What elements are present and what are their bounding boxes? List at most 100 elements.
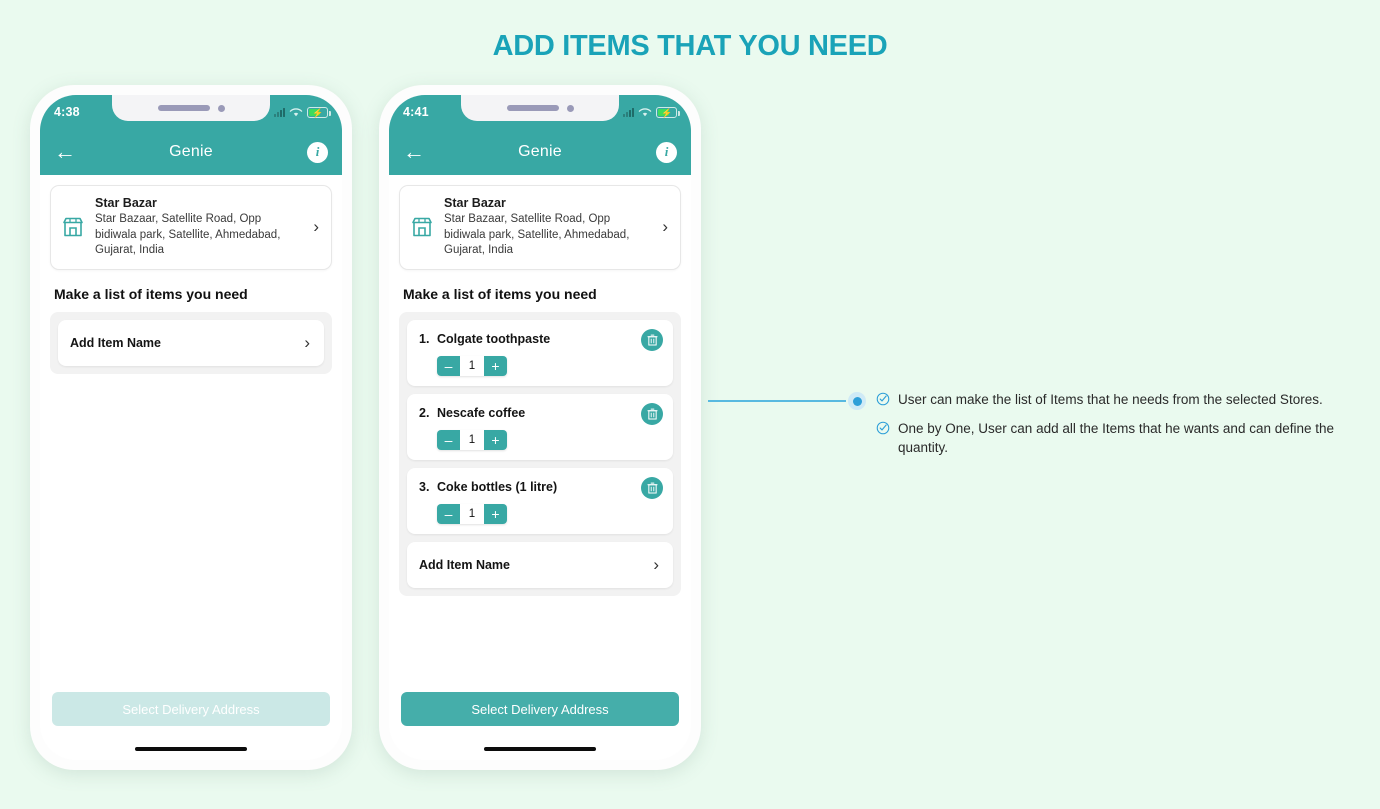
- status-bar: 4:41 ⚡: [389, 95, 691, 129]
- add-item-label: Add Item Name: [70, 335, 161, 350]
- trash-icon[interactable]: [641, 402, 663, 425]
- home-indicator: [389, 738, 691, 760]
- wifi-icon: [289, 107, 303, 116]
- item-name: Colgate toothpaste: [437, 331, 551, 346]
- battery-charging-icon: ⚡: [307, 106, 331, 118]
- app-header-right: ← Genie i: [389, 129, 691, 175]
- table-row: 1. Colgate toothpaste – 1 +: [407, 319, 673, 386]
- battery-charging-icon: ⚡: [656, 106, 680, 118]
- wifi-icon: [638, 107, 652, 116]
- items-list-container: 1. Colgate toothpaste – 1 + 2. Nescafe c…: [399, 311, 681, 596]
- cta-container: Select Delivery Address: [397, 692, 683, 738]
- select-delivery-address-button[interactable]: Select Delivery Address: [52, 692, 330, 726]
- quantity-increment-button[interactable]: +: [484, 355, 507, 376]
- trash-icon[interactable]: [641, 328, 663, 351]
- page-title: ADD ITEMS THAT YOU NEED: [492, 30, 888, 62]
- item-header: 2. Nescafe coffee: [419, 406, 661, 420]
- quantity-decrement-button[interactable]: –: [437, 355, 460, 376]
- speaker-grille-icon: [157, 105, 210, 111]
- app-header-left: ← Genie i: [40, 129, 342, 175]
- cta-container: Select Delivery Address: [48, 692, 334, 738]
- device-notch: [461, 95, 619, 121]
- info-icon[interactable]: i: [307, 141, 328, 163]
- quantity-increment-button[interactable]: +: [484, 503, 507, 524]
- connector-dot-icon: [848, 392, 866, 410]
- store-info: Star Bazar Star Bazaar, Satellite Road, …: [95, 196, 303, 259]
- select-delivery-address-button[interactable]: Select Delivery Address: [401, 692, 679, 726]
- speaker-grille-icon: [506, 105, 559, 111]
- trash-glyph-icon: [646, 334, 658, 346]
- store-address: Star Bazaar, Satellite Road, Opp bidiwal…: [95, 213, 281, 257]
- add-item-row[interactable]: Add Item Name ›: [407, 541, 673, 588]
- screen-content-left: Star Bazar Star Bazaar, Satellite Road, …: [40, 175, 342, 738]
- section-title: Make a list of items you need: [403, 285, 597, 302]
- store-info: Star Bazar Star Bazaar, Satellite Road, …: [444, 196, 652, 259]
- store-card[interactable]: Star Bazar Star Bazaar, Satellite Road, …: [399, 185, 681, 270]
- storefront-icon: [63, 217, 83, 237]
- phone-mockup-right: 4:41 ⚡ ← Genie i Star Bazar Star Bazaar,…: [379, 85, 701, 770]
- section-title: Make a list of items you need: [54, 285, 248, 302]
- home-bar: [484, 746, 596, 752]
- check-circle-icon: [876, 392, 890, 406]
- list-item: User can make the list of Items that he …: [876, 390, 1356, 410]
- quantity-stepper: – 1 +: [437, 503, 507, 524]
- signal-bars-icon: [623, 107, 634, 117]
- item-header: 1. Colgate toothpaste: [419, 332, 661, 346]
- trash-icon[interactable]: [641, 476, 663, 499]
- phone-screen-right: 4:41 ⚡ ← Genie i Star Bazar Star Bazaar,…: [389, 95, 691, 760]
- storefront-icon: [412, 217, 432, 237]
- device-notch: [112, 95, 270, 121]
- trash-glyph-icon: [646, 482, 658, 494]
- quantity-increment-button[interactable]: +: [484, 429, 507, 450]
- store-name: Star Bazar: [444, 196, 506, 210]
- quantity-value: 1: [460, 355, 484, 376]
- item-name: Coke bottles (1 litre): [437, 479, 558, 494]
- store-card[interactable]: Star Bazar Star Bazaar, Satellite Road, …: [50, 185, 332, 270]
- table-row: 3. Coke bottles (1 litre) – 1 +: [407, 467, 673, 534]
- connector-line: [708, 400, 846, 402]
- quantity-value: 1: [460, 503, 484, 524]
- signal-bars-icon: [274, 107, 285, 117]
- note-text: User can make the list of Items that he …: [898, 392, 1323, 407]
- status-icons: ⚡: [623, 106, 680, 118]
- store-name: Star Bazar: [95, 196, 157, 210]
- app-title: Genie: [169, 143, 213, 160]
- item-number: 3.: [419, 479, 430, 494]
- phone-mockup-left: 4:38 ⚡ ← Genie i Star Bazar Star Bazaar,…: [30, 85, 352, 770]
- add-item-row[interactable]: Add Item Name ›: [58, 319, 324, 366]
- chevron-right-icon[interactable]: ›: [313, 217, 321, 237]
- add-item-label: Add Item Name: [419, 557, 510, 572]
- screen-content-right: Star Bazar Star Bazaar, Satellite Road, …: [389, 175, 691, 738]
- check-circle-icon: [876, 421, 890, 434]
- quantity-decrement-button[interactable]: –: [437, 429, 460, 450]
- status-time: 4:38: [54, 105, 80, 119]
- app-title: Genie: [518, 143, 562, 160]
- info-icon[interactable]: i: [656, 141, 677, 163]
- item-header: 3. Coke bottles (1 litre): [419, 480, 661, 494]
- quantity-stepper: – 1 +: [437, 429, 507, 450]
- status-time: 4:41: [403, 105, 429, 119]
- home-indicator: [40, 738, 342, 760]
- items-list-container: Add Item Name ›: [50, 311, 332, 374]
- home-bar: [135, 746, 247, 752]
- quantity-stepper: – 1 +: [437, 355, 507, 376]
- item-name: Nescafe coffee: [437, 405, 526, 420]
- phone-screen-left: 4:38 ⚡ ← Genie i Star Bazar Star Bazaar,…: [40, 95, 342, 760]
- note-text: One by One, User can add all the Items t…: [898, 420, 1335, 456]
- item-number: 1.: [419, 331, 430, 346]
- status-icons: ⚡: [274, 106, 331, 118]
- front-camera-icon: [566, 104, 574, 112]
- store-address: Star Bazaar, Satellite Road, Opp bidiwal…: [444, 213, 630, 257]
- status-bar: 4:38 ⚡: [40, 95, 342, 129]
- chevron-right-icon: ›: [304, 332, 310, 352]
- chevron-right-icon: ›: [653, 554, 659, 574]
- chevron-right-icon[interactable]: ›: [662, 217, 670, 237]
- item-number: 2.: [419, 405, 430, 420]
- quantity-decrement-button[interactable]: –: [437, 503, 460, 524]
- quantity-value: 1: [460, 429, 484, 450]
- front-camera-icon: [217, 104, 225, 112]
- list-item: One by One, User can add all the Items t…: [876, 419, 1356, 458]
- annotation-notes: User can make the list of Items that he …: [876, 390, 1356, 467]
- trash-glyph-icon: [646, 408, 658, 420]
- table-row: 2. Nescafe coffee – 1 +: [407, 393, 673, 460]
